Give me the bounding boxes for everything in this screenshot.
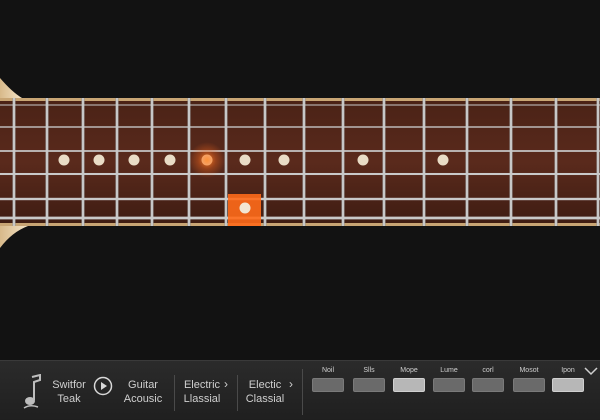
- chevron-down-icon[interactable]: [584, 366, 598, 378]
- item-electric-title: Electric: [183, 379, 221, 391]
- item-acoustic-title: Guitar: [128, 379, 158, 391]
- fret-wire: [509, 98, 513, 226]
- music-note-icon[interactable]: [20, 374, 46, 410]
- preset-switch[interactable]: [312, 378, 344, 392]
- fret-wire: [45, 98, 49, 226]
- divider: [174, 375, 175, 411]
- chevron-right-icon[interactable]: ›: [289, 377, 293, 391]
- inlay-dot: [164, 154, 176, 166]
- fret-wire: [465, 98, 469, 226]
- instrument-item-acoustic[interactable]: Guitar Acousic: [120, 378, 166, 406]
- fret-wire: [263, 98, 267, 226]
- fret-wire: [81, 98, 85, 226]
- fret-wire: [382, 98, 386, 226]
- preset-button[interactable]: Mosot: [513, 366, 545, 392]
- fret-wire: [341, 98, 345, 226]
- item-classical-title: Electic: [248, 379, 282, 391]
- instrument-item-electric[interactable]: Electric Llassial: [180, 378, 224, 406]
- inlay-dot: [278, 154, 290, 166]
- inlay-dot: [437, 154, 449, 166]
- preset-label: Noil: [321, 367, 335, 374]
- switch-label-bottom: Teak: [57, 393, 81, 405]
- guitar-body-bottom: [0, 226, 28, 248]
- preset-button[interactable]: Lume: [433, 366, 465, 392]
- preset-button[interactable]: Mope: [393, 366, 425, 392]
- item-electric-sub: Llassial: [183, 393, 221, 405]
- guitar-string[interactable]: [0, 197, 600, 201]
- preset-button[interactable]: corl: [472, 366, 504, 392]
- chevron-right-icon[interactable]: ›: [224, 377, 228, 391]
- fret-wire: [150, 98, 154, 226]
- preset-button[interactable]: Ipon: [552, 366, 584, 392]
- guitar-string[interactable]: [0, 172, 600, 176]
- preset-switch[interactable]: [393, 378, 425, 392]
- preset-switch[interactable]: [472, 378, 504, 392]
- fretboard[interactable]: [0, 0, 600, 360]
- guitar-string[interactable]: [0, 216, 600, 220]
- inlay-dot: [357, 154, 369, 166]
- preset-label: corl: [482, 367, 494, 374]
- inlay-dot: [93, 154, 105, 166]
- fret-wire: [596, 98, 600, 226]
- inlay-dot: [128, 154, 140, 166]
- preset-label: Ipon: [561, 367, 575, 374]
- bottom-toolbar: Switfor Teak Guitar Acousic Electric Lla…: [0, 360, 600, 420]
- guitar-string[interactable]: [0, 150, 600, 152]
- instrument-item-classical[interactable]: Electic Classial: [243, 378, 287, 406]
- guitar-body-top: [0, 78, 22, 98]
- fret-wire: [224, 98, 228, 226]
- item-acoustic-sub: Acousic: [123, 393, 163, 405]
- inlay-dot: [58, 154, 70, 166]
- fret-wire: [115, 98, 119, 226]
- preset-label: Mope: [400, 367, 418, 374]
- preset-label: Mosot: [519, 367, 539, 374]
- preset-switch[interactable]: [433, 378, 465, 392]
- selected-note-dot: [239, 202, 251, 214]
- play-icon[interactable]: [93, 376, 113, 396]
- preset-label: Slls: [363, 367, 375, 374]
- inlay-dot: [239, 154, 251, 166]
- guitar-string[interactable]: [0, 126, 600, 128]
- preset-switch[interactable]: [513, 378, 545, 392]
- preset-button[interactable]: Noil: [312, 366, 344, 392]
- switch-label-top: Switfor: [52, 379, 86, 391]
- fretboard-screen: Switfor Teak Guitar Acousic Electric Lla…: [0, 0, 600, 420]
- preset-button[interactable]: Slls: [353, 366, 385, 392]
- fret-wire: [12, 98, 16, 226]
- divider: [237, 375, 238, 411]
- divider: [302, 369, 303, 415]
- preset-label: Lume: [440, 367, 458, 374]
- fret-wire: [554, 98, 558, 226]
- note-glow: [189, 142, 225, 178]
- guitar-string[interactable]: [0, 104, 600, 106]
- preset-switch[interactable]: [353, 378, 385, 392]
- preset-switch[interactable]: [552, 378, 584, 392]
- switch-track-button[interactable]: Switfor Teak: [50, 378, 88, 406]
- fret-wire: [302, 98, 306, 226]
- fret-wire: [422, 98, 426, 226]
- item-classical-sub: Classial: [245, 393, 285, 405]
